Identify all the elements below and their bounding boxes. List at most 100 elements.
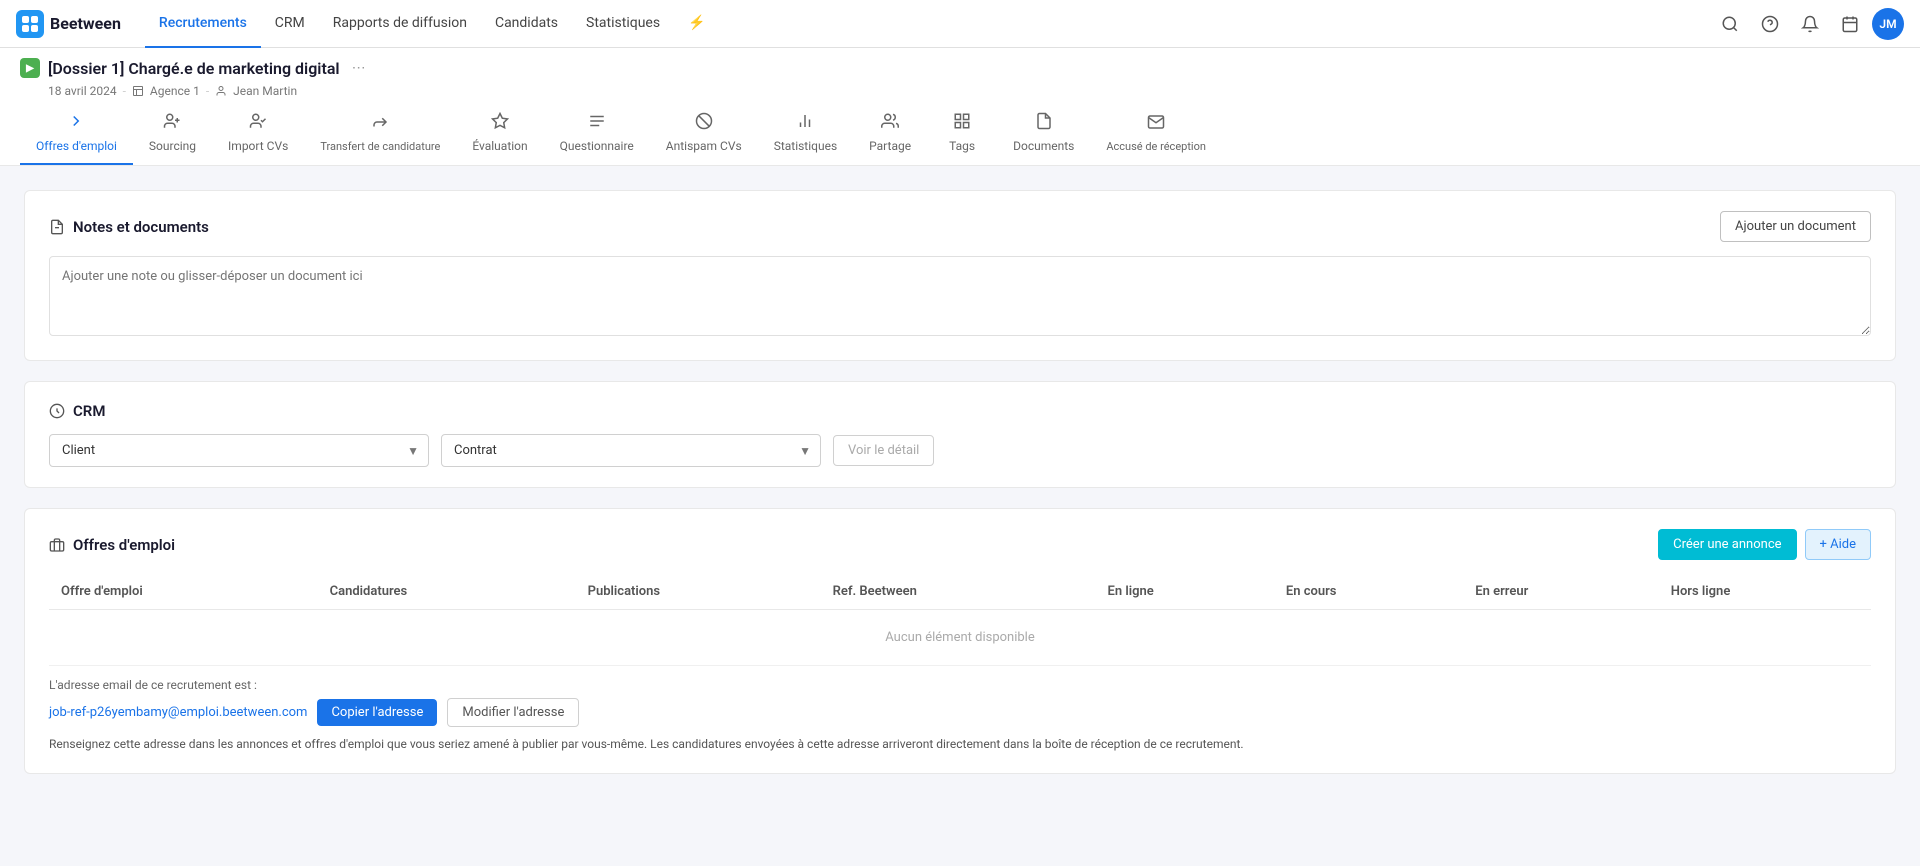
tags-icon [953,112,971,135]
tab-documents[interactable]: Documents [997,106,1090,165]
tab-partage[interactable]: Partage [853,106,927,165]
notifications-button[interactable] [1792,6,1828,42]
offres-emploi-icon [67,112,85,135]
offres-header: Offres d'emploi Créer une annonce + Aide [49,529,1871,560]
offres-icon [49,537,65,553]
tab-statistiques-label: Statistiques [774,139,837,153]
crm-icon [49,403,65,419]
user-icon [215,85,227,97]
dossier-title-row: ▶ [Dossier 1] Chargé.e de marketing digi… [20,58,1900,84]
add-document-button[interactable]: Ajouter un document [1720,211,1871,242]
nav-lightning[interactable]: ⚡ [674,0,719,48]
col-hors-ligne: Hors ligne [1659,574,1871,610]
tab-import-cvs[interactable]: Import CVs [212,106,304,165]
contrat-select-wrap: Contrat ▼ [441,434,821,467]
modify-address-button[interactable]: Modifier l'adresse [447,698,579,727]
nav-crm[interactable]: CRM [261,0,319,48]
partage-icon [881,112,899,135]
col-publications: Publications [576,574,821,610]
crm-row: Client ▼ Contrat ▼ Voir le détail [49,434,1871,467]
col-en-ligne: En ligne [1096,574,1274,610]
tab-transfert[interactable]: Transfert de candidature [304,107,456,165]
tab-offres-emploi[interactable]: Offres d'emploi [20,106,133,165]
tab-tags[interactable]: Tags [927,106,997,165]
notes-textarea[interactable] [49,256,1871,336]
sourcing-icon [163,112,181,135]
email-row: job-ref-p26yembamy@emploi.beetween.com C… [49,698,1871,727]
tab-questionnaire[interactable]: Questionnaire [544,106,650,165]
tabs-row: Offres d'emploi Sourcing Import CVs Tran… [20,106,1900,165]
dossier-title: [Dossier 1] Chargé.e de marketing digita… [48,59,340,78]
main-content: Notes et documents Ajouter un document C… [0,166,1920,866]
voir-detail-button[interactable]: Voir le détail [833,435,934,466]
tab-offres-emploi-label: Offres d'emploi [36,139,117,153]
col-candidatures: Candidatures [318,574,576,610]
tab-accuse-label: Accusé de réception [1106,140,1206,153]
email-label: L'adresse email de ce recrutement est : [49,678,1871,692]
dossier-meta: 18 avril 2024 - Agence 1 - Jean Martin [20,84,1900,106]
logo[interactable]: Beetween [16,10,121,38]
dossier-status-icon: ▶ [20,58,40,78]
nav-right: JM [1712,6,1904,42]
evaluation-icon [491,112,509,135]
top-navigation: Beetween Recrutements CRM Rapports de di… [0,0,1920,48]
tab-evaluation-label: Évaluation [472,139,527,153]
tab-statistiques[interactable]: Statistiques [758,106,853,165]
email-note: Renseignez cette adresse dans les annonc… [49,735,1871,753]
questionnaire-icon [588,112,606,135]
email-section: L'adresse email de ce recrutement est : … [49,666,1871,753]
nav-statistiques[interactable]: Statistiques [572,0,674,48]
nav-rapports[interactable]: Rapports de diffusion [319,0,481,48]
create-annonce-button[interactable]: Créer une annonce [1658,529,1796,560]
crm-section: CRM Client ▼ Contrat ▼ Voir le détail [24,381,1896,488]
sub-header: ▶ [Dossier 1] Chargé.e de marketing digi… [0,48,1920,166]
client-select[interactable]: Client [49,434,429,467]
tab-antispam-label: Antispam CVs [666,139,742,153]
dossier-date: 18 avril 2024 [48,84,117,98]
help-button[interactable] [1752,6,1788,42]
calendar-button[interactable] [1832,6,1868,42]
job-table: Offre d'emploi Candidatures Publications… [49,574,1871,666]
crm-title: CRM [73,402,105,420]
building-icon [132,85,144,97]
crm-header: CRM [49,402,1871,420]
nav-recrutements[interactable]: Recrutements [145,0,261,48]
empty-row: Aucun élément disponible [49,610,1871,666]
logo-icon [16,10,44,38]
tab-sourcing[interactable]: Sourcing [133,106,212,165]
dossier-agency: Agence 1 [150,84,200,98]
nav-candidats[interactable]: Candidats [481,0,572,48]
offres-actions: Créer une annonce + Aide [1658,529,1871,560]
tab-documents-label: Documents [1013,139,1074,153]
help-button[interactable]: + Aide [1805,529,1871,560]
dossier-more-button[interactable]: ⋯ [352,60,366,76]
notes-section: Notes et documents Ajouter un document [24,190,1896,361]
tab-transfert-label: Transfert de candidature [320,140,440,153]
copy-address-button[interactable]: Copier l'adresse [317,699,437,726]
statistiques-icon [796,112,814,135]
antispam-icon [695,112,713,135]
accuse-icon [1147,113,1165,136]
empty-message: Aucun élément disponible [49,610,1871,666]
notes-title: Notes et documents [73,218,209,236]
user-avatar[interactable]: JM [1872,8,1904,40]
documents-icon [1035,112,1053,135]
tab-tags-label: Tags [949,139,975,153]
col-en-erreur: En erreur [1463,574,1658,610]
tab-accuse[interactable]: Accusé de réception [1090,107,1222,165]
tab-questionnaire-label: Questionnaire [560,139,634,153]
tab-import-cvs-label: Import CVs [228,139,288,153]
tab-antispam[interactable]: Antispam CVs [650,106,758,165]
notes-title-left: Notes et documents [49,218,209,236]
transfert-icon [371,113,389,136]
contrat-select[interactable]: Contrat [441,434,821,467]
tab-evaluation[interactable]: Évaluation [456,106,543,165]
nav-items: Recrutements CRM Rapports de diffusion C… [145,0,1712,48]
col-offre: Offre d'emploi [49,574,318,610]
logo-text: Beetween [50,14,121,33]
offres-title: Offres d'emploi [73,536,175,554]
client-select-wrap: Client ▼ [49,434,429,467]
import-cvs-icon [249,112,267,135]
search-button[interactable] [1712,6,1748,42]
email-address[interactable]: job-ref-p26yembamy@emploi.beetween.com [49,705,307,720]
